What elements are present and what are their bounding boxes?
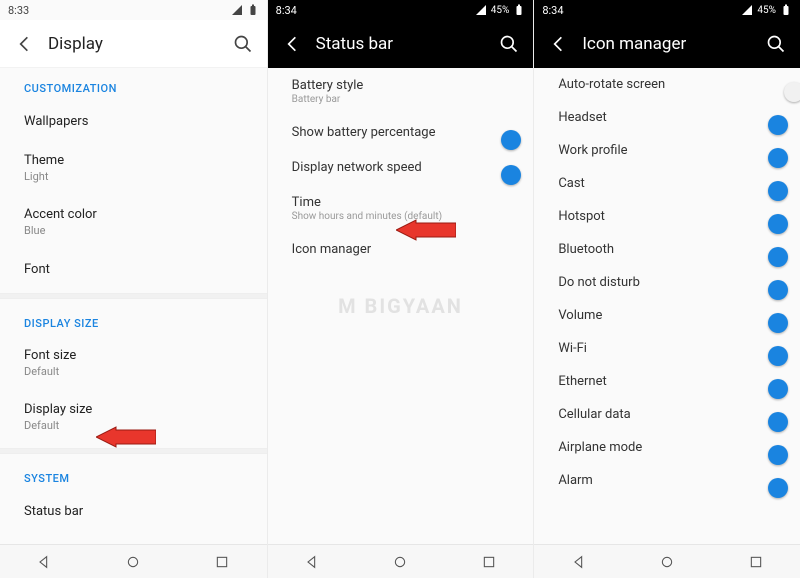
icon-toggle-row[interactable]: Bluetooth — [534, 233, 800, 266]
icon-toggle-row[interactable]: Headset — [534, 101, 800, 134]
category-system: System — [0, 458, 267, 491]
appbar: Icon manager — [534, 20, 800, 68]
highlight-arrow-icon — [96, 426, 156, 452]
nav-back[interactable] — [534, 545, 623, 578]
nav-recent[interactable] — [445, 545, 534, 578]
search-button[interactable] — [225, 26, 261, 62]
appbar: Display — [0, 20, 267, 68]
back-button[interactable] — [540, 26, 576, 62]
row-label: Cast — [558, 176, 585, 191]
category-customization: Customization — [0, 68, 267, 101]
nav-recent[interactable] — [711, 545, 800, 578]
search-button[interactable] — [758, 26, 794, 62]
row-label: Headset — [558, 110, 606, 125]
icon-toggle-row[interactable]: Hotspot — [534, 200, 800, 233]
appbar: Status bar — [268, 20, 534, 68]
signal-icon — [741, 4, 753, 16]
icon-toggle-row[interactable]: Do not disturb — [534, 266, 800, 299]
nav-back[interactable] — [0, 545, 89, 578]
battery-icon — [247, 4, 259, 16]
back-button[interactable] — [274, 26, 310, 62]
row-label: Alarm — [558, 473, 593, 488]
watermark: M BIGYAAN — [338, 294, 463, 318]
icon-toggle-row[interactable]: Volume — [534, 299, 800, 332]
row-label: Hotspot — [558, 209, 605, 224]
row-accent-color[interactable]: Accent colorBlue — [0, 195, 267, 249]
row-status-bar[interactable]: Status bar — [0, 491, 267, 531]
category-display-size: Display size — [0, 303, 267, 336]
search-button[interactable] — [491, 26, 527, 62]
row-label: Ethernet — [558, 374, 606, 389]
status-time: 8:33 — [8, 4, 29, 17]
row-battery-style[interactable]: Battery styleBattery bar — [268, 68, 534, 115]
icon-toggle-row[interactable]: Work profile — [534, 134, 800, 167]
row-label: Bluetooth — [558, 242, 614, 257]
status-time: 8:34 — [542, 4, 563, 17]
row-font-size[interactable]: Font sizeDefault — [0, 336, 267, 390]
row-font[interactable]: Font — [0, 249, 267, 289]
back-button[interactable] — [6, 26, 42, 62]
icon-toggle-row[interactable]: Ethernet — [534, 365, 800, 398]
nav-recent[interactable] — [178, 545, 267, 578]
row-label: Volume — [558, 308, 602, 323]
row-label: Auto-rotate screen — [558, 77, 665, 92]
icon-toggle-row[interactable]: Cellular data — [534, 398, 800, 431]
row-label: Airplane mode — [558, 440, 642, 455]
row-wallpapers[interactable]: Wallpapers — [0, 101, 267, 141]
row-label: Do not disturb — [558, 275, 640, 290]
row-label: Cellular data — [558, 407, 630, 422]
page-title: Display — [48, 34, 103, 54]
page-title: Icon manager — [582, 34, 686, 54]
signal-icon — [231, 4, 243, 16]
row-label: Wi-Fi — [558, 341, 587, 356]
nav-home[interactable] — [356, 545, 445, 578]
status-battery-pct: 45% — [757, 5, 776, 16]
nav-bar — [534, 544, 800, 578]
status-time: 8:34 — [276, 4, 297, 17]
status-bar: 8:34 45% — [268, 0, 534, 20]
nav-bar — [268, 544, 534, 578]
nav-back[interactable] — [268, 545, 357, 578]
nav-home[interactable] — [623, 545, 712, 578]
nav-home[interactable] — [89, 545, 178, 578]
icon-toggle-row[interactable]: Wi-Fi — [534, 332, 800, 365]
status-bar: 8:34 45% — [534, 0, 800, 20]
icon-toggle-row[interactable]: Airplane mode — [534, 431, 800, 464]
signal-icon — [475, 4, 487, 16]
icon-toggle-row[interactable]: Cast — [534, 167, 800, 200]
icon-toggle-row[interactable]: Alarm — [534, 464, 800, 497]
status-battery-pct: 45% — [491, 5, 510, 16]
icon-toggle-row[interactable]: Auto-rotate screen — [534, 68, 800, 101]
row-show-battery-pct[interactable]: Show battery percentage — [268, 115, 534, 150]
nav-bar — [0, 544, 267, 578]
battery-icon — [780, 4, 792, 16]
row-display-network-speed[interactable]: Display network speed — [268, 150, 534, 185]
battery-icon — [513, 4, 525, 16]
page-title: Status bar — [316, 34, 393, 54]
row-auto-rotate[interactable]: Auto-rotate screen — [0, 531, 267, 544]
row-label: Work profile — [558, 143, 627, 158]
status-bar: 8:33 — [0, 0, 267, 20]
divider — [0, 293, 267, 299]
highlight-arrow-icon — [396, 219, 456, 245]
row-theme[interactable]: ThemeLight — [0, 141, 267, 195]
